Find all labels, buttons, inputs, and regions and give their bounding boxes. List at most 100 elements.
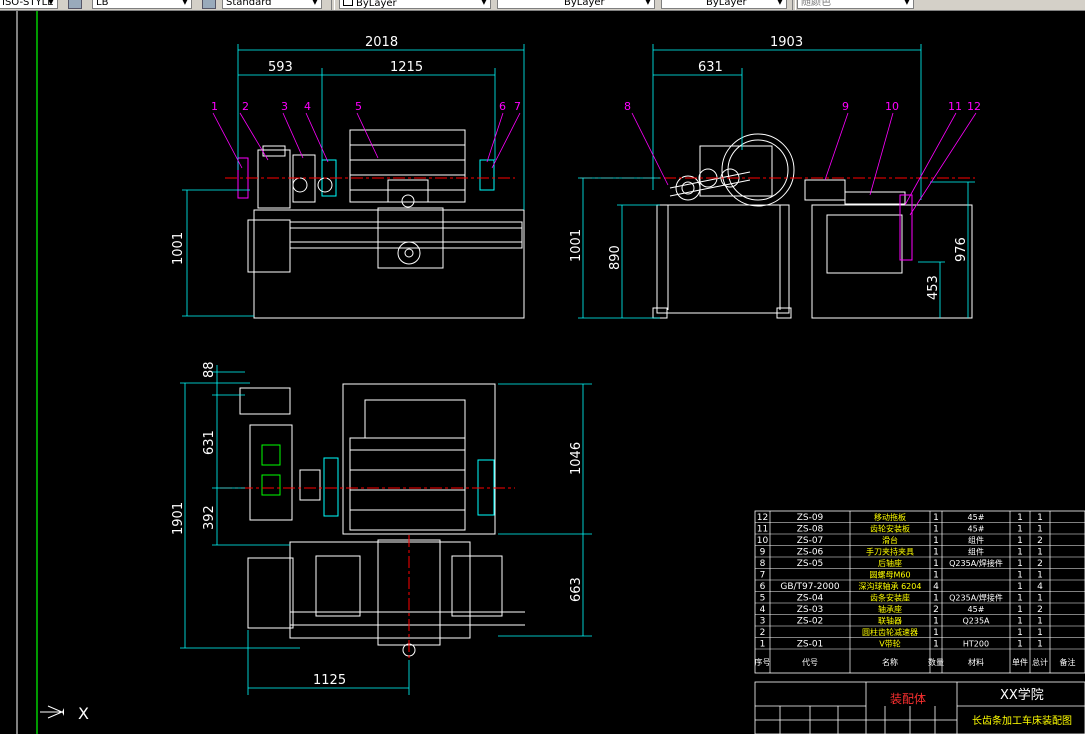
dim-2018: 2018 — [365, 35, 398, 50]
ucs-x-label: X — [78, 704, 89, 723]
bom-cell-code: ZS-05 — [797, 559, 824, 569]
top-view — [239, 383, 525, 657]
bom-cell-qty: 1 — [933, 617, 939, 627]
chevron-down-icon: ▼ — [777, 0, 783, 6]
bom-cell-w1: 1 — [1017, 605, 1023, 615]
bom-cell-w1: 1 — [1017, 525, 1023, 535]
bom-cell-name: 圆柱齿轮减速器 — [862, 627, 918, 637]
bom-cell-qty: 1 — [933, 525, 939, 535]
balloon-2: 2 — [242, 100, 249, 113]
tablestyle-dropdown[interactable]: Standard ▼ — [222, 0, 322, 9]
toolbar-separator — [792, 0, 796, 10]
chevron-down-icon: ▼ — [48, 0, 54, 6]
dim-1215: 1215 — [390, 60, 423, 75]
side-view — [652, 133, 973, 319]
school-name: XX学院 — [1000, 687, 1044, 703]
dim-631-top: 631 — [202, 430, 217, 455]
side-leaders — [631, 112, 977, 216]
dim-1001: 1001 — [171, 232, 186, 265]
bom-cell-code: ZS-07 — [797, 536, 824, 546]
dimstyle-dropdown[interactable]: LB ▼ — [92, 0, 192, 9]
side-gear — [721, 133, 795, 207]
side-dimensions — [578, 44, 975, 319]
drawing-name: 装配体 — [890, 692, 926, 706]
bom-cell-code: ZS-09 — [797, 513, 824, 523]
bom-cell-w1: 1 — [1017, 548, 1023, 558]
dim-88: 88 — [202, 361, 217, 378]
ucs-icon: X — [40, 704, 89, 723]
bom-cell-material: 45# — [968, 513, 985, 522]
bom-cell-no: 4 — [760, 605, 766, 615]
color-swatch-icon — [343, 0, 353, 6]
bom-header-name: 名称 — [882, 657, 898, 667]
drawing-subtitle: 长齿条加工车床装配图 — [972, 714, 1072, 727]
dim-1046: 1046 — [569, 442, 584, 475]
bom-cell-qty: 4 — [933, 582, 939, 592]
bom-header-material: 材料 — [968, 657, 984, 667]
dim-1001-side: 1001 — [569, 229, 584, 262]
bom-cell-code: ZS-02 — [797, 617, 824, 627]
balloon-10: 10 — [885, 100, 899, 113]
bom-cell-w2: 2 — [1037, 559, 1043, 569]
front-rack-housing — [349, 129, 466, 203]
side-frame-left — [656, 204, 790, 314]
top-gearbox — [249, 424, 293, 521]
bom-cell-name: 手刀夹持夹具 — [866, 547, 914, 557]
properties-toolbar: ISO-STYLE ▼ LB ▼ Standard ▼ ByLayer ▼ ByLaye… — [0, 0, 1085, 11]
chevron-down-icon: ▼ — [645, 0, 651, 6]
drawing-canvas[interactable]: X 2018 593 1215 1001 1 2 3 4 5 6 7 1903 … — [0, 11, 1085, 734]
balloon-4: 4 — [304, 100, 311, 113]
bom-cell-w2: 1 — [1037, 594, 1043, 604]
bom-cell-w2: 1 — [1037, 548, 1043, 558]
bom-cell-w2: 1 — [1037, 640, 1043, 650]
bom-cell-material: Q235A/焊接件 — [949, 593, 1003, 603]
color-dropdown[interactable]: ByLayer ▼ — [339, 0, 491, 9]
bom-cell-material: Q235A/焊接件 — [949, 558, 1003, 568]
front-dimensions — [182, 44, 525, 317]
plotstyle-dropdown[interactable]: 随颜色 ▼ — [797, 0, 914, 9]
tablestyle-icon[interactable] — [202, 0, 216, 9]
side-frame-right — [811, 204, 973, 319]
bom-cell-no: 6 — [760, 582, 766, 592]
dimstyle-value: LB — [96, 0, 109, 8]
bom-cell-material: HT200 — [963, 640, 989, 649]
bom-cell-w1: 1 — [1017, 582, 1023, 592]
dim-593: 593 — [268, 60, 293, 75]
dim-631: 631 — [698, 60, 723, 75]
balloon-11: 11 — [948, 100, 962, 113]
dim-1125: 1125 — [313, 673, 346, 688]
bom-cell-code: ZS-08 — [797, 525, 824, 535]
bom-cell-qty: 1 — [933, 559, 939, 569]
front-balloons: 1 2 3 4 5 6 7 — [211, 100, 521, 113]
balloon-6: 6 — [499, 100, 506, 113]
tablestyle-value: Standard — [226, 0, 272, 8]
bom-cell-w2: 1 — [1037, 513, 1043, 523]
balloon-12: 12 — [967, 100, 981, 113]
bom-cell-name: V带轮 — [879, 639, 900, 649]
bom-cell-w1: 1 — [1017, 536, 1023, 546]
bom-cell-no: 10 — [757, 536, 769, 546]
bom-cell-qty: 1 — [933, 640, 939, 650]
bom-cell-no: 11 — [757, 525, 768, 535]
bom-cell-code: GB/T97-2000 — [780, 582, 840, 592]
bom-cell-w2: 2 — [1037, 605, 1043, 615]
bom-cell-qty: 1 — [933, 571, 939, 581]
dimstyle-icon[interactable] — [68, 0, 82, 9]
bom-cell-w2: 1 — [1037, 617, 1043, 627]
bom-cell-name: 齿条安装座 — [870, 593, 910, 603]
balloon-8: 8 — [624, 100, 631, 113]
bom-cell-material: 组件 — [968, 535, 984, 545]
dim-453: 453 — [926, 275, 941, 300]
bom-cell-material: 45# — [968, 605, 985, 614]
color-value: ByLayer — [356, 0, 397, 9]
linetype-dropdown[interactable]: ByLayer ▼ — [497, 0, 655, 9]
side-balloons: 8 9 10 11 12 — [624, 100, 981, 113]
bom-cell-no: 2 — [760, 628, 766, 638]
bom-cell-qty: 1 — [933, 536, 939, 546]
front-carriage — [377, 207, 444, 269]
lineweight-dropdown[interactable]: ByLayer ▼ — [661, 0, 787, 9]
dim-890: 890 — [608, 245, 623, 270]
chevron-down-icon: ▼ — [312, 0, 318, 6]
textstyle-dropdown[interactable]: ISO-STYLE ▼ — [0, 0, 58, 9]
front-view — [237, 129, 525, 319]
